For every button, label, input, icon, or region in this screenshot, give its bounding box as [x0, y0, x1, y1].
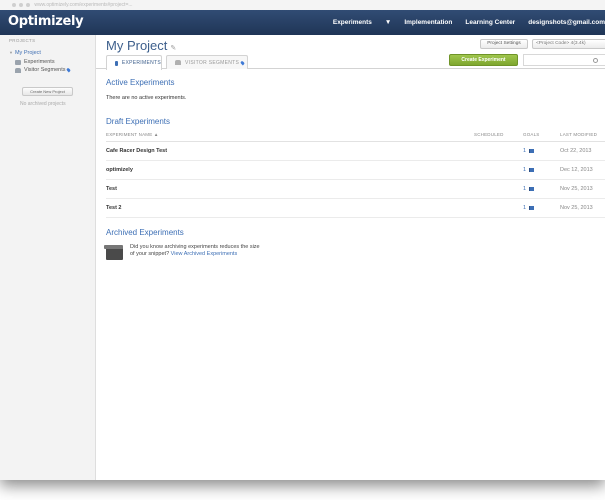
active-experiments-title: Active Experiments — [106, 78, 175, 87]
traffic-light-icon — [26, 2, 30, 7]
page-title: My Project ✎ — [106, 38, 177, 53]
no-active-experiments-text: There are no active experiments. — [106, 95, 187, 101]
flag-icon — [529, 187, 535, 191]
last-modified-date: Nov 25, 2013 — [560, 205, 593, 211]
traffic-light-icon — [12, 2, 16, 7]
search-icon — [593, 58, 598, 63]
last-modified-date: Dec 12, 2013 — [560, 167, 593, 173]
last-modified-date: Nov 25, 2013 — [560, 186, 593, 192]
traffic-light-icon — [19, 2, 23, 7]
flag-icon — [529, 206, 535, 210]
column-header-goals: GOALS — [523, 132, 540, 137]
tab-experiments[interactable]: EXPERIMENTS — [106, 55, 162, 70]
users-icon — [175, 60, 181, 65]
top-navigation: Optimizely Experiments ▼ Implementation L… — [0, 10, 605, 35]
table-row[interactable]: Test 2 1 Nov 25, 2013 — [106, 199, 605, 218]
flag-icon — [529, 168, 535, 172]
goals-count[interactable]: 1 — [523, 167, 535, 173]
create-new-project-button[interactable]: Create New Project — [22, 87, 73, 96]
caret-down-icon: ▼ — [384, 19, 392, 26]
project-settings-button[interactable]: Project Settings — [480, 39, 528, 49]
sidebar-item-visitor-segments[interactable]: Visitor Segments — [15, 67, 72, 73]
view-archived-experiments-link[interactable]: View Archived Experiments — [171, 251, 238, 257]
draft-experiments-title: Draft Experiments — [106, 117, 171, 126]
expand-arrow-icon: ▼ — [9, 50, 13, 55]
column-header-experiment-name[interactable]: EXPERIMENT NAME ▲ — [106, 132, 159, 137]
sidebar-heading: PROJECTS — [9, 38, 36, 43]
users-icon — [15, 67, 21, 73]
nav-learning-center[interactable]: Learning Center — [465, 19, 515, 26]
archived-experiments-title: Archived Experiments — [106, 228, 184, 237]
nav-account[interactable]: designshots@gmail.com — [528, 19, 605, 26]
experiment-name[interactable]: Test — [106, 186, 117, 192]
experiment-name[interactable]: Test 2 — [106, 205, 122, 211]
address-bar[interactable]: www.optimizely.com/experiments#project=.… — [0, 0, 605, 10]
goals-count[interactable]: 1 — [523, 186, 535, 192]
url-text: www.optimizely.com/experiments#project=.… — [34, 2, 133, 8]
pencil-icon[interactable]: ✎ — [170, 45, 176, 52]
experiment-name[interactable]: Cafe Racer Design Test — [106, 148, 167, 154]
sidebar-project-my-project[interactable]: ▼ My Project — [9, 50, 41, 56]
experiment-name[interactable]: optimizely — [106, 167, 133, 173]
table-row[interactable]: optimizely 1 Dec 12, 2013 — [106, 161, 605, 180]
project-code-button[interactable]: <Project Code> 4(3.4k) — [532, 39, 605, 49]
create-experiment-button[interactable]: Create Experiment — [449, 54, 518, 66]
nav-experiments[interactable]: Experiments ▼ — [320, 19, 391, 26]
goals-count[interactable]: 1 — [523, 148, 535, 154]
sidebar: PROJECTS ▼ My Project Experiments Visitor… — [0, 35, 96, 480]
goals-count[interactable]: 1 — [523, 205, 535, 211]
experiments-icon — [15, 59, 21, 65]
sidebar-item-experiments[interactable]: Experiments — [15, 59, 55, 65]
column-header-last-modified: LAST MODIFIED — [560, 132, 598, 137]
no-archived-projects-text: No archived projects — [20, 101, 66, 107]
main-content: My Project ✎ Project Settings <Project Co… — [96, 35, 605, 480]
column-header-scheduled: SCHEDULED — [474, 132, 504, 137]
table-row[interactable]: Cafe Racer Design Test 1 Oct 22, 2013 — [106, 142, 605, 161]
experiments-icon — [115, 60, 118, 66]
last-modified-date: Oct 22, 2013 — [560, 148, 592, 154]
archived-info: Did you know archiving experiments reduc… — [130, 244, 260, 257]
archive-box-icon — [104, 245, 123, 260]
table-row[interactable]: Test 1 Nov 25, 2013 — [106, 180, 605, 199]
nav-implementation[interactable]: Implementation — [404, 19, 452, 26]
flag-icon — [529, 149, 535, 153]
tab-visitor-segments[interactable]: VISITOR SEGMENTS — [166, 55, 248, 69]
droplet-icon — [66, 67, 72, 73]
droplet-icon — [240, 60, 246, 65]
browser-window: www.optimizely.com/experiments#project=.… — [0, 0, 605, 480]
optimizely-logo[interactable]: Optimizely — [8, 14, 84, 29]
search-input[interactable] — [523, 54, 605, 66]
